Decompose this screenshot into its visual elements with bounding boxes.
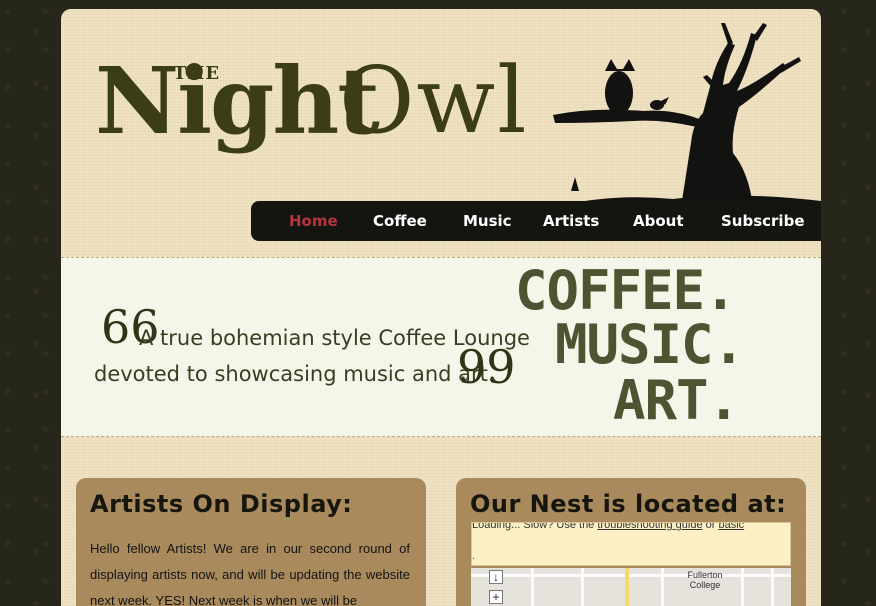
stamp-art: ART. — [613, 369, 740, 432]
nav-artists-link[interactable]: Artists — [543, 201, 599, 241]
stamp-coffee: COFFEE. — [515, 259, 737, 322]
loading-or-text: or — [705, 522, 716, 531]
nav-about-link[interactable]: About — [633, 201, 684, 241]
map-loading-notice: Loading... Slow? Use the troubleshooting… — [471, 522, 791, 566]
loading-dot: . — [472, 551, 475, 562]
main-nav: Home Coffee Music Artists About Subscrib… — [251, 201, 821, 241]
loading-text: Loading... Slow? Use the — [472, 522, 595, 531]
basic-link[interactable]: basic — [718, 523, 744, 531]
close-quote-mark: 99 — [457, 340, 516, 394]
troubleshooting-link[interactable]: troubleshooting guide — [597, 523, 702, 531]
nav-subscribe-link[interactable]: Subscribe — [721, 201, 805, 241]
page-container: Night THE Owl Home Coffee Music Artists … — [61, 9, 821, 606]
hero-banner: 66 A true bohemian style Coffee Lounge d… — [61, 257, 821, 437]
map-zoom-in-icon[interactable]: + — [489, 590, 503, 604]
site-logo[interactable]: Night THE Owl — [95, 45, 535, 195]
artists-panel-body: Hello fellow Artists! We are in our seco… — [90, 541, 410, 606]
logo-the-text: THE — [173, 63, 221, 84]
map-pan-down-icon[interactable]: ↓ — [489, 570, 503, 584]
nav-coffee-link[interactable]: Coffee — [373, 201, 427, 241]
nav-home-link[interactable]: Home — [289, 201, 338, 241]
tagline-line-2: devoted to showcasing music and art. — [94, 362, 495, 386]
map-embed[interactable]: Loading... Slow? Use the troubleshooting… — [471, 522, 791, 606]
location-panel-title: Our Nest is located at: — [470, 490, 787, 518]
artists-panel: Artists On Display: Hello fellow Artists… — [76, 478, 426, 606]
map-view[interactable]: ↓ + Fullerton College — [471, 568, 791, 606]
stamp-music: MUSIC. — [555, 313, 745, 376]
location-panel: Our Nest is located at: Loading... Slow?… — [456, 478, 806, 606]
map-place-label: Fullerton College — [687, 570, 723, 590]
nav-music-link[interactable]: Music — [463, 201, 512, 241]
artists-panel-title: Artists On Display: — [90, 490, 353, 518]
logo-owl-text: Owl — [339, 47, 529, 154]
owl-tree-illustration — [553, 23, 821, 207]
logo-night-text: Night — [95, 47, 380, 155]
